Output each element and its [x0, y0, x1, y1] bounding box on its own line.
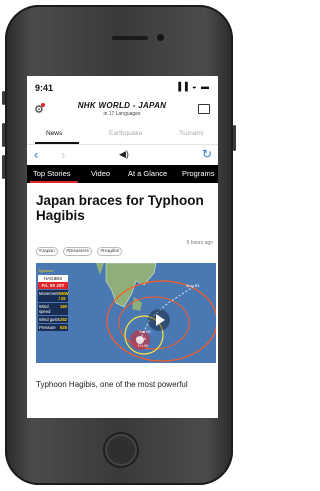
speaker-icon[interactable]: ◀) — [119, 149, 129, 160]
speaker-grille — [112, 36, 148, 40]
notification-dot — [41, 103, 45, 107]
reload-icon[interactable]: ↻ — [202, 147, 212, 161]
brand-logo: NHK WORLD - JAPAN in 17 Languages — [67, 101, 177, 117]
article-headline: Japan braces for Typhoon Hagibis — [36, 193, 204, 223]
hashtag-list: #Japan #Disasters #Hagibis — [36, 239, 123, 257]
video-player[interactable]: Typhoon HAGIBIS Fri. 09 JST Movement NNW … — [36, 263, 216, 363]
volume-down-button — [2, 155, 5, 179]
map-label: Fri.09 — [138, 343, 149, 348]
brand-title: NHK WORLD - JAPAN — [77, 101, 167, 110]
category-at-a-glance[interactable]: At a Glance — [128, 169, 167, 178]
brand-subtitle: in 17 Languages — [103, 111, 141, 117]
tab-earthquake[interactable]: Earthquake — [109, 130, 142, 137]
typhoon-date: Fri. 09 JST — [38, 282, 68, 289]
status-icons: ▐▐ ◒ ▬ — [175, 82, 210, 91]
browser-nav-bar: ‹ › ◀) ↻ — [27, 146, 218, 164]
article-body: Typhoon Hagibis, one of the most powerfu… — [36, 380, 188, 389]
forward-icon[interactable]: › — [61, 147, 65, 162]
map-label: Mon.03 — [186, 283, 200, 288]
front-camera — [157, 34, 164, 41]
typhoon-header: Typhoon — [38, 268, 54, 273]
category-bar: Top Stories Video At a Glance Programs — [27, 165, 218, 183]
back-icon[interactable]: ‹ — [34, 147, 38, 162]
tab-news[interactable]: News — [46, 130, 62, 137]
tab-tsunami[interactable]: Tsunami — [179, 130, 203, 137]
category-video[interactable]: Video — [91, 169, 110, 178]
hashtag-japan[interactable]: #Japan — [36, 247, 58, 256]
info-row: Pressure 925 — [38, 324, 68, 331]
mute-switch — [2, 91, 5, 105]
hashtag-hagibis[interactable]: #Hagibis — [97, 247, 122, 256]
map-label: Sat.09 — [139, 329, 151, 334]
info-row: Wind gusts 252 — [38, 316, 68, 323]
article-timestamp: 5 hours ago — [186, 240, 213, 246]
tab-bar: News Earthquake Tsunami — [27, 126, 218, 145]
typhoon-name: HAGIBIS — [38, 275, 68, 282]
typhoon-info-panel: Typhoon HAGIBIS Fri. 09 JST Movement NNW … — [38, 268, 69, 331]
map-label: Fri.18 — [136, 336, 147, 341]
info-row: Wind speed 180 — [38, 303, 68, 315]
home-button[interactable] — [103, 432, 139, 468]
cast-icon[interactable] — [198, 104, 210, 114]
status-time: 9:41 — [35, 83, 54, 93]
status-bar: 9:41 ▐▐ ◒ ▬ — [27, 76, 218, 98]
active-category-indicator — [30, 181, 78, 183]
category-top-stories[interactable]: Top Stories — [33, 169, 71, 178]
app-screen: 9:41 ▐▐ ◒ ▬ ⚙ NHK WORLD - JAPAN in 17 La… — [27, 76, 218, 418]
volume-up-button — [2, 123, 5, 147]
category-programs[interactable]: Programs — [182, 169, 215, 178]
power-button — [233, 125, 236, 151]
hashtag-disasters[interactable]: #Disasters — [63, 247, 92, 256]
info-row: Movement NNW / 25 — [38, 290, 69, 302]
play-icon[interactable] — [148, 309, 170, 331]
active-tab-indicator — [35, 142, 79, 144]
app-header: ⚙ NHK WORLD - JAPAN in 17 Languages — [27, 98, 218, 124]
